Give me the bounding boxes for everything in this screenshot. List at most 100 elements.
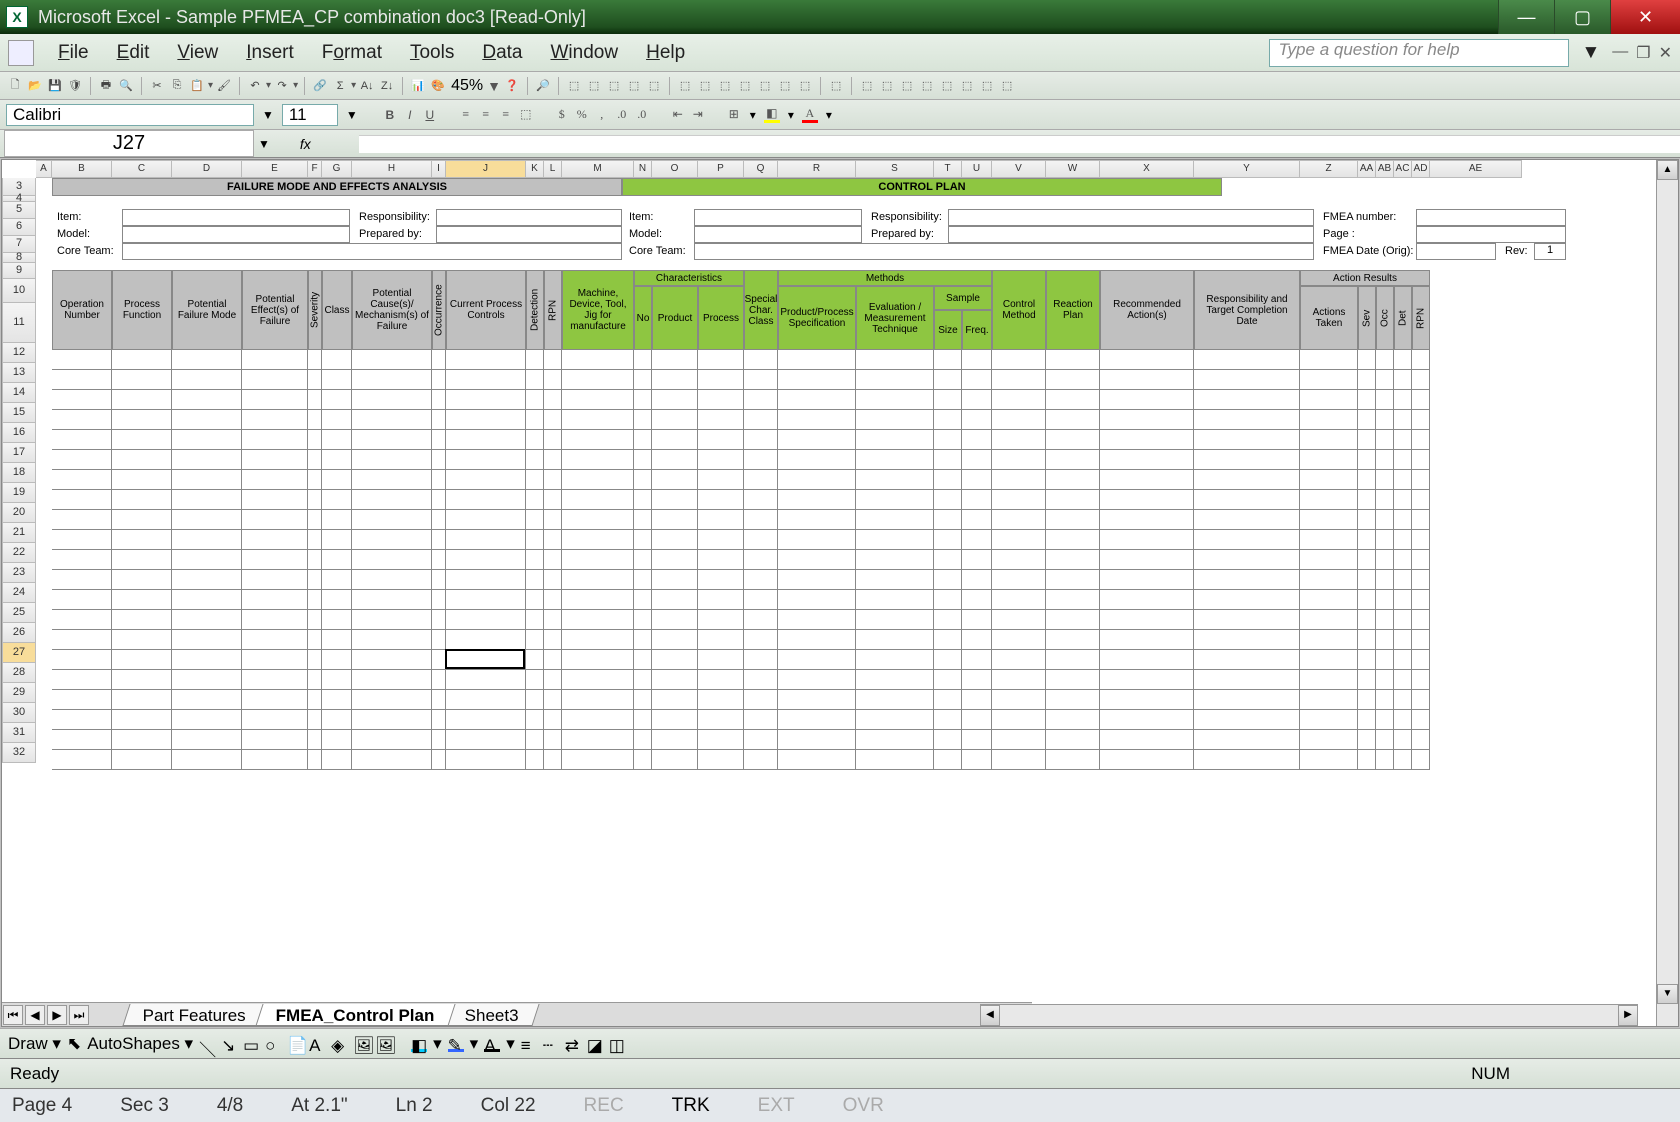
align-right-icon[interactable]: ≡ [498,107,514,123]
column-header[interactable]: J [446,160,526,178]
row-headers[interactable]: 3456789101112131415161718192021222324252… [2,178,36,1027]
column-header[interactable]: AD [1412,160,1430,178]
table-row[interactable] [36,510,1677,530]
table-row[interactable] [36,590,1677,610]
row-header[interactable]: 31 [2,723,36,743]
column-header[interactable]: M [562,160,634,178]
sort-asc-icon[interactable]: A↓ [358,77,376,95]
3d-icon[interactable]: ◫ [609,1036,625,1052]
input-prep2[interactable] [948,226,1314,243]
cells-canvas[interactable]: FAILURE MODE AND EFFECTS ANALYSIS CONTRO… [36,178,1678,1027]
column-header[interactable]: H [352,160,432,178]
research-icon[interactable]: 🔎 [534,77,552,95]
autoshapes-menu[interactable]: AutoShapes ▾ [87,1034,193,1054]
textbox-icon[interactable]: 📄 [287,1036,303,1052]
column-header[interactable]: S [856,160,934,178]
row-header[interactable]: 29 [2,683,36,703]
input-model[interactable] [122,226,350,243]
drawing-icon[interactable]: 🎨 [429,77,447,95]
font-color-icon[interactable]: A [484,1036,500,1052]
sheet-tab-part-features[interactable]: Part Features [122,1004,266,1026]
formula-input[interactable] [359,135,1680,153]
font-size-selector[interactable]: 11 [282,104,338,126]
picture-icon[interactable]: 🖼 [375,1036,391,1052]
paste-dropdown-icon[interactable]: ▾ [208,80,213,91]
fill-color-icon[interactable]: ◧ [411,1036,427,1052]
tab-nav-first-icon[interactable]: ⏮ [3,1005,23,1025]
merge-center-icon[interactable]: ⬚ [518,107,534,123]
menu-file[interactable]: File [44,38,103,68]
table-row[interactable] [36,670,1677,690]
table-row[interactable] [36,390,1677,410]
misc-icon[interactable]: ⬚ [796,77,814,95]
input-rev[interactable]: 1 [1534,243,1566,260]
input-item[interactable] [122,209,350,226]
table-row[interactable] [36,570,1677,590]
table-row[interactable] [36,710,1677,730]
print-preview-icon[interactable]: 🔍 [117,77,135,95]
column-header[interactable]: B [52,160,112,178]
tab-nav-prev-icon[interactable]: ◀ [25,1005,45,1025]
paste-icon[interactable]: 📋 [188,77,206,95]
table-row[interactable] [36,610,1677,630]
row-header[interactable]: 25 [2,603,36,623]
scroll-up-icon[interactable]: ▲ [1657,160,1678,180]
input-resp[interactable] [436,209,622,226]
table-row[interactable] [36,690,1677,710]
row-header[interactable]: 13 [2,363,36,383]
misc-icon[interactable]: ⬚ [585,77,603,95]
hyperlink-icon[interactable]: 🔗 [311,77,329,95]
sort-desc-icon[interactable]: Z↓ [378,77,396,95]
column-header[interactable]: E [242,160,308,178]
column-header[interactable]: R [778,160,856,178]
maximize-button[interactable]: ▢ [1554,0,1610,34]
row-header[interactable]: 17 [2,443,36,463]
input-page[interactable] [1416,226,1566,243]
input-model2[interactable] [694,226,862,243]
menu-edit[interactable]: Edit [103,38,164,68]
sheet-tab-sheet3[interactable]: Sheet3 [444,1004,539,1026]
column-header[interactable]: AE [1430,160,1522,178]
line-style-icon[interactable]: ≡ [521,1036,537,1052]
column-header[interactable]: F [308,160,322,178]
misc-icon[interactable]: ⬚ [858,77,876,95]
row-header[interactable]: 28 [2,663,36,683]
column-header[interactable]: T [934,160,962,178]
menu-insert[interactable]: Insert [232,38,308,68]
menu-window[interactable]: Window [536,38,632,68]
clipart-icon[interactable]: 🖼 [353,1036,369,1052]
misc-icon[interactable]: ⬚ [696,77,714,95]
table-row[interactable] [36,750,1677,770]
mdi-minimize-button[interactable]: — [1612,43,1628,63]
input-item2[interactable] [694,209,862,226]
rectangle-icon[interactable]: ▭ [243,1036,259,1052]
zoom-dropdown-icon[interactable]: ▼ [487,78,501,94]
table-row[interactable] [36,410,1677,430]
column-header[interactable]: AB [1376,160,1394,178]
redo-icon[interactable]: ↷ [273,77,291,95]
mdi-close-button[interactable]: ✕ [1659,43,1672,63]
underline-icon[interactable]: U [422,107,438,123]
row-header[interactable]: 24 [2,583,36,603]
permission-icon[interactable]: 🛡 [66,77,84,95]
active-cell[interactable] [445,649,525,669]
column-header[interactable]: AC [1394,160,1412,178]
menu-format[interactable]: Format [308,38,396,68]
misc-icon[interactable]: ⬚ [776,77,794,95]
row-header[interactable]: 23 [2,563,36,583]
new-icon[interactable]: 🗋 [6,77,24,95]
misc-icon[interactable]: ⬚ [918,77,936,95]
row-header[interactable]: 16 [2,423,36,443]
undo-icon[interactable]: ↶ [246,77,264,95]
minimize-button[interactable]: — [1498,0,1554,34]
input-fmea-date[interactable] [1416,243,1496,260]
row-header[interactable]: 22 [2,543,36,563]
row-header[interactable]: 18 [2,463,36,483]
close-button[interactable]: ✕ [1610,0,1680,34]
misc-icon[interactable]: ⬚ [898,77,916,95]
increase-decimal-icon[interactable]: .0 [614,107,630,123]
column-header[interactable]: V [992,160,1046,178]
column-header[interactable]: A [36,160,52,178]
font-color-icon[interactable]: A [802,107,818,123]
row-header[interactable]: 11 [2,303,36,343]
